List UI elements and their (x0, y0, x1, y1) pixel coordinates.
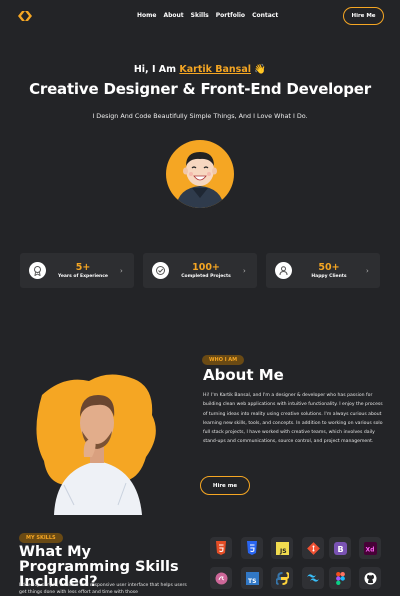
wave-icon: 👋 (254, 64, 267, 75)
client-icon (275, 262, 292, 279)
typescript-icon[interactable]: TS (241, 567, 263, 589)
svg-text:TS: TS (248, 578, 256, 585)
avatar (166, 140, 234, 208)
bootstrap-icon[interactable]: B (329, 537, 351, 559)
nav-contact[interactable]: Contact (252, 12, 278, 19)
stat-card-projects[interactable]: 100+ Completed Projects › (143, 253, 257, 288)
about-photo (36, 374, 156, 515)
greeting-text: Hi, I Am (133, 64, 177, 75)
chevron-right-icon: › (243, 266, 246, 275)
hero-headline: Creative Designer & Front-End Developer (29, 80, 371, 98)
stat-card-experience[interactable]: 5+ Years of Experience › (20, 253, 134, 288)
chevron-right-icon: › (366, 266, 369, 275)
main-nav: Home About Skills Portfolio Contact (137, 12, 278, 19)
stat-value: 5+ (75, 262, 91, 273)
skills-badge: MY SKILLS (19, 533, 63, 543)
nav-about[interactable]: About (163, 12, 183, 19)
about-badge: WHO I AM (202, 355, 245, 365)
css3-icon[interactable] (241, 537, 263, 559)
stat-value: 50+ (318, 262, 340, 273)
svg-text:JS: JS (279, 548, 287, 555)
javascript-icon[interactable]: JS (271, 537, 293, 559)
github-icon[interactable] (359, 567, 381, 589)
nav-skills[interactable]: Skills (191, 12, 209, 19)
medal-icon (29, 262, 46, 279)
hero-greeting: Hi, I Am Kartik Bansal 👋 (0, 64, 400, 75)
figma-icon[interactable] (329, 567, 351, 589)
hero-tagline: I Design And Code Beautifully Simple Thi… (92, 112, 308, 120)
svg-text:B: B (337, 545, 343, 554)
hire-me-nav-button[interactable]: Hire Me (343, 7, 384, 25)
tailwind-icon[interactable] (302, 567, 324, 589)
stat-label: Happy Clients (311, 274, 347, 279)
stat-label: Completed Projects (181, 274, 231, 279)
git-icon[interactable] (302, 537, 324, 559)
stat-value: 100+ (192, 262, 220, 273)
svg-text:Xd: Xd (365, 546, 374, 553)
check-badge-icon (152, 262, 169, 279)
nav-portfolio[interactable]: Portfolio (216, 12, 245, 19)
html5-icon[interactable] (210, 537, 232, 559)
stat-label: Years of Experience (57, 274, 108, 279)
hero-name[interactable]: Kartik Bansal (179, 64, 251, 75)
sass-icon[interactable] (210, 567, 232, 589)
stat-card-clients[interactable]: 50+ Happy Clients › (266, 253, 380, 288)
logo-icon[interactable] (17, 10, 33, 22)
about-title: About Me (203, 366, 284, 384)
adobe-xd-icon[interactable]: Xd (359, 537, 381, 559)
hire-me-button[interactable]: Hire me (200, 476, 250, 495)
nav-home[interactable]: Home (137, 12, 156, 19)
python-icon[interactable] (271, 567, 293, 589)
chevron-right-icon: › (120, 266, 123, 275)
about-text: Hi! I'm Kartik Bansal, and I'm a designe… (203, 393, 383, 445)
